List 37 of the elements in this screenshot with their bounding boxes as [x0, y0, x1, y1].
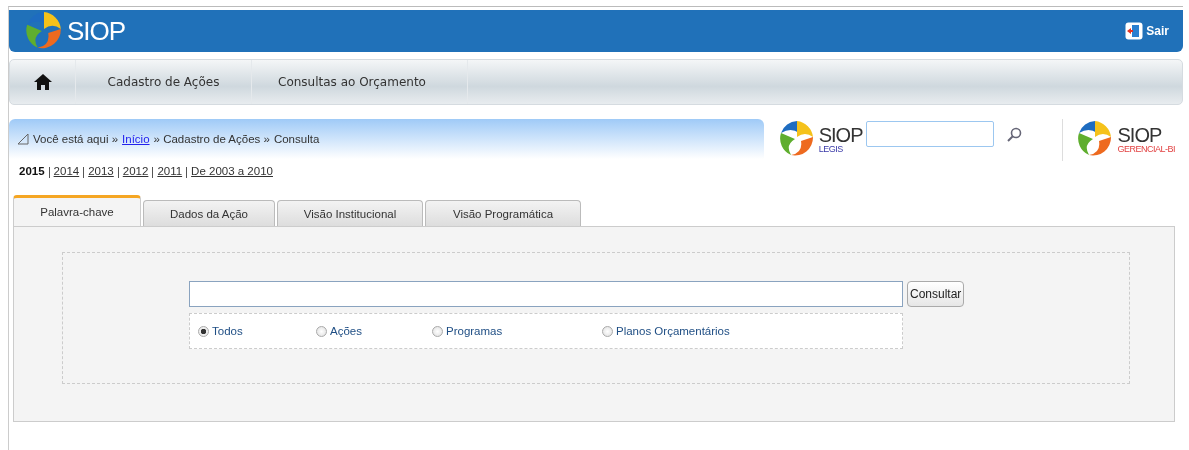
breadcrumb-text: » Cadastro de Ações »: [153, 133, 270, 145]
tab[interactable]: Visão Institucional: [277, 200, 423, 226]
app-title: SIOP: [1117, 124, 1163, 145]
breadcrumb-label: Você está aqui »: [33, 133, 119, 145]
radio-button[interactable]: [432, 325, 443, 337]
radio-button[interactable]: [316, 325, 327, 337]
menu-item[interactable]: Cadastro de Ações: [76, 60, 252, 104]
search-icon[interactable]: [1006, 127, 1023, 143]
year-link[interactable]: De 2003 a 2010: [191, 165, 273, 178]
radio-label[interactable]: Todos: [212, 325, 243, 337]
tab[interactable]: Palavra-chave: [13, 195, 141, 226]
breadcrumb-text: Consulta: [273, 133, 320, 145]
app-subtitle: GERENCIAL-BI: [1117, 144, 1175, 154]
search-button[interactable]: Consultar: [907, 281, 965, 307]
logout-button[interactable]: Sair: [1125, 22, 1169, 40]
exit-door-icon: [1125, 22, 1144, 40]
logo-text: SIOP: [67, 15, 126, 47]
tab[interactable]: Visão Programática: [425, 200, 581, 226]
radio-label[interactable]: Planos Orçamentários: [616, 325, 730, 337]
year-link[interactable]: 2011: [157, 165, 183, 178]
breadcrumb-link[interactable]: Início: [122, 133, 150, 145]
year-link[interactable]: 2014: [53, 165, 80, 178]
year-link[interactable]: 2012: [122, 165, 149, 178]
radio-button[interactable]: [602, 325, 613, 337]
app-title: SIOP: [818, 124, 863, 145]
app-subtitle: LEGIS: [818, 144, 844, 154]
year-link[interactable]: 2013: [88, 165, 114, 178]
radio-button[interactable]: [198, 325, 209, 337]
home-icon: [33, 74, 52, 90]
triangle-icon: [17, 133, 29, 145]
menu-item[interactable]: Consultas ao Orçamento: [252, 60, 468, 104]
tab[interactable]: Dados da Ação: [143, 200, 275, 226]
search-field[interactable]: [189, 281, 903, 307]
year-current: 2015: [19, 165, 45, 178]
radio-label[interactable]: Ações: [330, 325, 362, 337]
radio-label[interactable]: Programas: [446, 325, 503, 337]
search-field[interactable]: [866, 121, 995, 147]
